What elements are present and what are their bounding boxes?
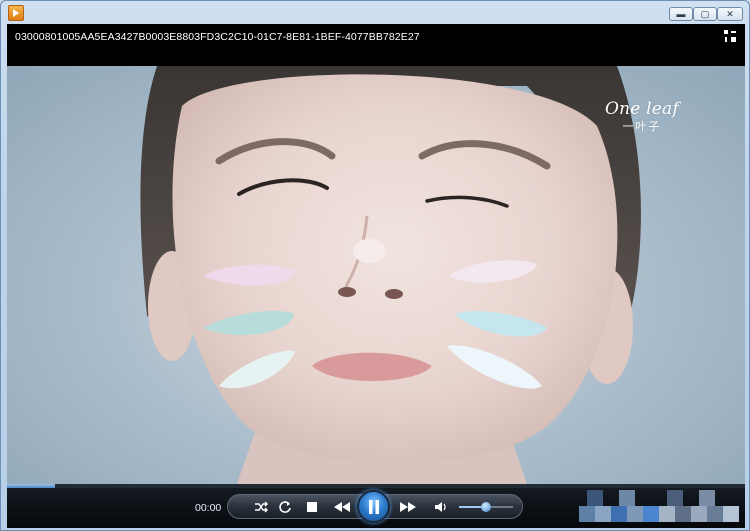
fast-forward-icon[interactable]: [395, 495, 421, 519]
volume-icon[interactable]: [431, 495, 451, 519]
pause-icon: [368, 499, 379, 514]
rewind-icon[interactable]: [329, 495, 355, 519]
player-area: 03000801005AA5EA3427B0003E8803FD3C2C10-0…: [7, 24, 745, 528]
maximize-button[interactable]: ▢: [693, 7, 717, 21]
current-time: 00:00: [195, 502, 222, 514]
brand-watermark: One leaf 一叶子: [605, 99, 679, 134]
video-frame[interactable]: One leaf 一叶子: [7, 66, 745, 484]
control-bar: 00:00: [7, 488, 745, 528]
volume-slider-handle[interactable]: [481, 502, 491, 512]
media-player-app-icon[interactable]: [8, 5, 24, 21]
repeat-icon[interactable]: [275, 495, 295, 519]
volume-slider[interactable]: [459, 502, 513, 512]
player-window: ▬ ▢ ✕ 03000801005AA5EA3427B0003E8803FD3C…: [0, 0, 750, 531]
title-bar[interactable]: ▬ ▢ ✕: [1, 1, 749, 23]
pause-button[interactable]: [357, 490, 390, 523]
shuffle-icon[interactable]: [251, 495, 271, 519]
switch-view-icon[interactable]: [723, 29, 737, 43]
stop-icon[interactable]: [303, 495, 321, 519]
watermark-sub-text: 一叶子: [622, 121, 662, 133]
minimize-button[interactable]: ▬: [669, 7, 693, 21]
file-title: 03000801005AA5EA3427B0003E8803FD3C2C10-0…: [15, 31, 420, 43]
watermark-logo-text: One leaf: [605, 99, 679, 119]
close-button[interactable]: ✕: [717, 7, 743, 21]
